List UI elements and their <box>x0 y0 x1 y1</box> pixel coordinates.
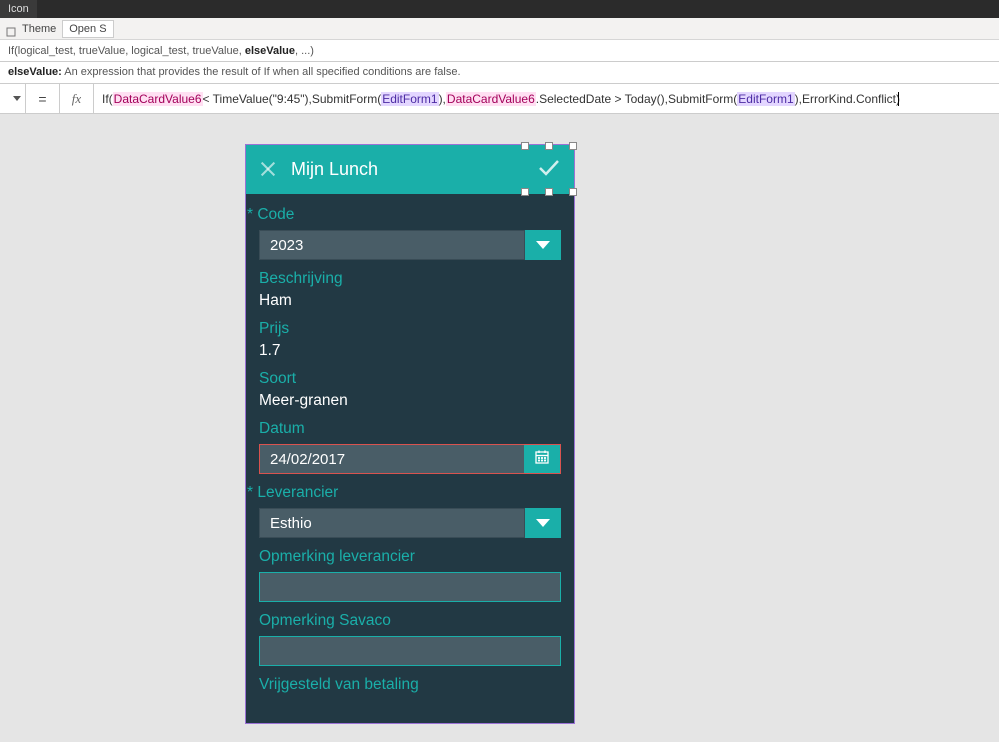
token-datacardvalue6-2: DataCardValue6 <box>446 92 536 106</box>
formula-bar: = fx If(DataCardValue6 < TimeValue("9:45… <box>0 84 999 114</box>
resize-handle[interactable] <box>545 142 553 150</box>
datepicker-button[interactable] <box>524 445 560 473</box>
hint2-text: An expression that provides the result o… <box>62 66 461 78</box>
selection-handles <box>525 146 573 192</box>
dropdown-leverancier[interactable]: Esthio <box>259 508 561 538</box>
label-opmerking-savaco: Opmerking Savaco <box>259 612 561 630</box>
intellisense-signature: If(logical_test, trueValue, logical_test… <box>0 40 999 62</box>
dropdown-code[interactable]: 2023 <box>259 230 561 260</box>
hint-current-param: elseValue <box>245 45 295 57</box>
formula-input[interactable]: If(DataCardValue6 < TimeValue("9:45"),Su… <box>94 84 999 113</box>
label-code: Code <box>259 206 561 224</box>
label-soort: Soort <box>259 370 561 388</box>
input-opmerking-savaco[interactable] <box>259 636 561 666</box>
dropdown-leverancier-button[interactable] <box>525 508 561 538</box>
token-editform1-2: EditForm1 <box>737 92 794 106</box>
canvas[interactable]: Mijn Lunch Code 2023 Beschrijving Ham Pr… <box>0 114 999 742</box>
title-bar: Icon <box>0 0 999 18</box>
resize-handle[interactable] <box>569 188 577 196</box>
datepicker-value: 24/02/2017 <box>260 445 524 473</box>
value-soort: Meer-granen <box>259 392 561 410</box>
label-beschrijving: Beschrijving <box>259 270 561 288</box>
resize-handle[interactable] <box>569 142 577 150</box>
label-opmerking-leverancier: Opmerking leverancier <box>259 548 561 566</box>
input-opmerking-leverancier[interactable] <box>259 572 561 602</box>
chevron-down-icon <box>536 241 550 249</box>
resize-handle[interactable] <box>521 142 529 150</box>
label-datum: Datum <box>259 420 561 438</box>
tab-icon[interactable]: Icon <box>0 0 37 18</box>
value-beschrijving: Ham <box>259 292 561 310</box>
property-dropdown[interactable] <box>0 84 26 113</box>
hint-suffix: , ...) <box>295 45 314 57</box>
resize-handle[interactable] <box>521 188 529 196</box>
app-screen: Mijn Lunch Code 2023 Beschrijving Ham Pr… <box>245 144 575 724</box>
hint-prefix: If(logical_test, trueValue, logical_test… <box>8 45 245 57</box>
calendar-icon <box>534 449 550 470</box>
token-editform1: EditForm1 <box>381 92 438 106</box>
datepicker-datum[interactable]: 24/02/2017 <box>259 444 561 474</box>
label-prijs: Prijs <box>259 320 561 338</box>
dropdown-code-button[interactable] <box>525 230 561 260</box>
chevron-down-icon <box>536 519 550 527</box>
header-title: Mijn Lunch <box>291 159 378 180</box>
ribbon-bar: Theme Open S <box>0 18 999 40</box>
theme-icon <box>6 24 16 34</box>
label-leverancier: Leverancier <box>259 484 561 502</box>
text-cursor <box>898 92 899 106</box>
token-datacardvalue6: DataCardValue6 <box>113 92 203 106</box>
resize-handle[interactable] <box>545 188 553 196</box>
label-vrijgesteld: Vrijgesteld van betaling <box>259 676 561 694</box>
edit-form: Code 2023 Beschrijving Ham Prijs 1.7 Soo… <box>245 194 575 724</box>
open-button[interactable]: Open S <box>62 20 113 38</box>
equals-label: = <box>26 84 60 113</box>
tab-label: Icon <box>8 3 29 15</box>
value-prijs: 1.7 <box>259 342 561 360</box>
hint2-name: elseValue: <box>8 66 62 78</box>
intellisense-description: elseValue: An expression that provides t… <box>0 62 999 84</box>
dropdown-code-value: 2023 <box>259 230 525 260</box>
close-icon[interactable] <box>259 160 277 178</box>
theme-label[interactable]: Theme <box>22 23 56 35</box>
chevron-down-icon <box>13 96 21 101</box>
dropdown-leverancier-value: Esthio <box>259 508 525 538</box>
fx-icon: fx <box>60 84 94 113</box>
